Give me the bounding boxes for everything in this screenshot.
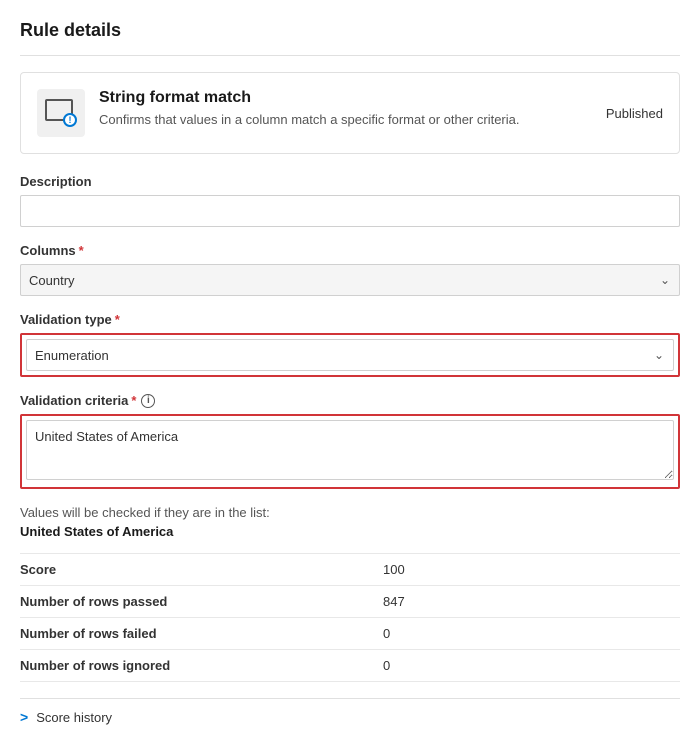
rule-card: ! String format match Confirms that valu… <box>20 72 680 154</box>
columns-required: * <box>79 243 84 258</box>
table-row: Number of rows ignored 0 <box>20 650 680 682</box>
rule-status-badge: Published <box>606 106 663 121</box>
rule-icon-circle: ! <box>63 113 77 127</box>
description-section: Description <box>20 174 680 227</box>
validation-type-select[interactable]: Enumeration <box>26 339 674 371</box>
rule-title: String format match <box>99 89 592 107</box>
stat-label: Number of rows passed <box>20 586 383 618</box>
criteria-list-value: United States of America <box>20 524 680 539</box>
validation-criteria-required: * <box>131 393 136 408</box>
validation-type-required: * <box>115 312 120 327</box>
validation-type-section: Validation type * Enumeration ⌄ <box>20 312 680 377</box>
page-title: Rule details <box>20 20 680 41</box>
description-label: Description <box>20 174 680 189</box>
columns-section: Columns * Country ⌄ <box>20 243 680 296</box>
stat-value: 0 <box>383 650 680 682</box>
table-row: Score 100 <box>20 554 680 586</box>
rule-description: Confirms that values in a column match a… <box>99 111 592 129</box>
validation-criteria-highlight-box: United States of America <box>20 414 680 489</box>
validation-criteria-textarea[interactable]: United States of America <box>26 420 674 480</box>
stat-value: 847 <box>383 586 680 618</box>
criteria-note: Values will be checked if they are in th… <box>20 505 680 520</box>
validation-criteria-section: Validation criteria * i United States of… <box>20 393 680 489</box>
title-divider <box>20 55 680 56</box>
table-row: Number of rows passed 847 <box>20 586 680 618</box>
score-history-chevron-right-icon: > <box>20 709 28 725</box>
stat-label: Number of rows failed <box>20 618 383 650</box>
validation-type-highlight-box: Enumeration ⌄ <box>20 333 680 377</box>
validation-type-label: Validation type * <box>20 312 680 327</box>
validation-criteria-info-icon[interactable]: i <box>141 394 155 408</box>
rule-info: String format match Confirms that values… <box>99 89 592 129</box>
stat-label: Score <box>20 554 383 586</box>
stat-value: 0 <box>383 618 680 650</box>
columns-label: Columns * <box>20 243 680 258</box>
columns-select[interactable]: Country <box>20 264 680 296</box>
rule-icon: ! <box>45 99 77 127</box>
stat-value: 100 <box>383 554 680 586</box>
rule-icon-box: ! <box>37 89 85 137</box>
columns-select-wrapper: Country ⌄ <box>20 264 680 296</box>
table-row: Number of rows failed 0 <box>20 618 680 650</box>
description-input[interactable] <box>20 195 680 227</box>
stat-label: Number of rows ignored <box>20 650 383 682</box>
validation-criteria-label: Validation criteria * i <box>20 393 680 408</box>
score-history-row[interactable]: > Score history <box>20 698 680 735</box>
stats-table: Score 100 Number of rows passed 847 Numb… <box>20 553 680 682</box>
score-history-label: Score history <box>36 710 112 725</box>
validation-select-inner: Enumeration ⌄ <box>26 339 674 371</box>
